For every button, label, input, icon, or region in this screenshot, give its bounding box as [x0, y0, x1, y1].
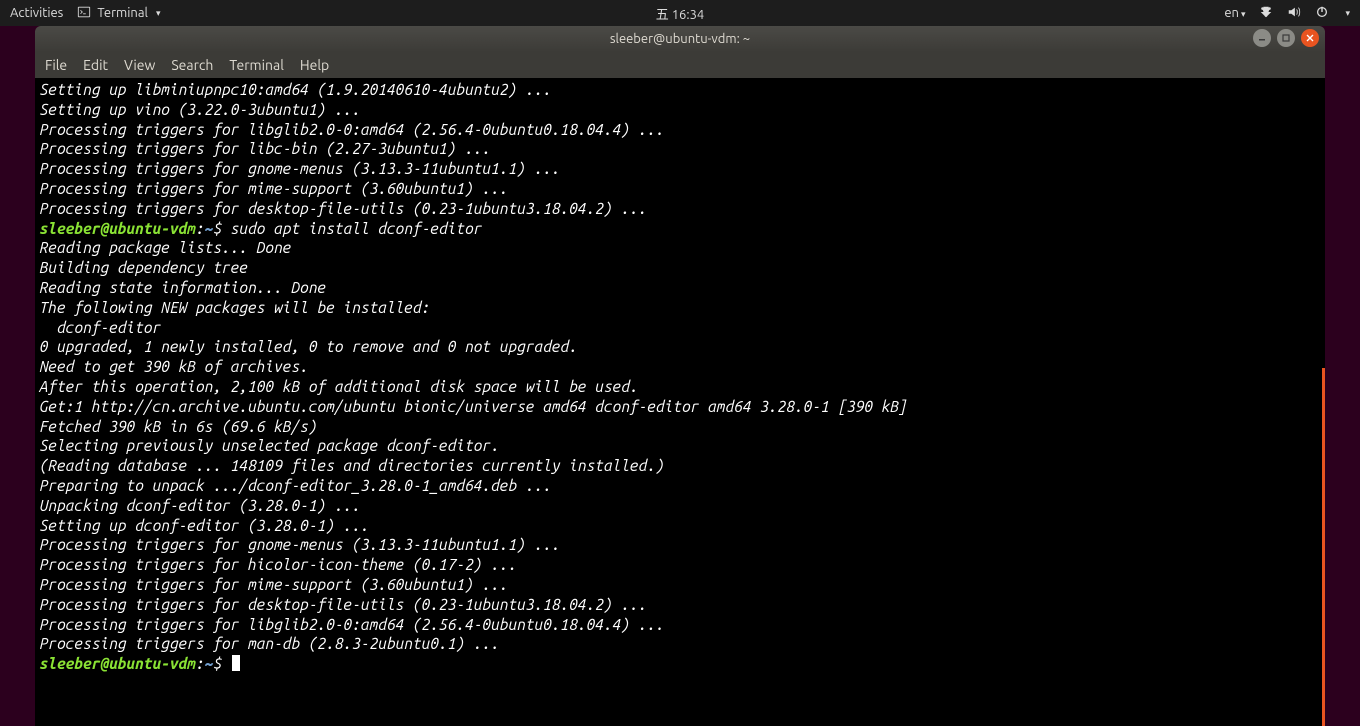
terminal-line: Processing triggers for libglib2.0-0:amd…	[39, 615, 1321, 635]
chevron-down-icon: ▾	[1241, 9, 1246, 19]
menu-search[interactable]: Search	[171, 57, 213, 73]
lang-indicator[interactable]: en▾	[1224, 6, 1245, 20]
window-titlebar[interactable]: sleeber@ubuntu-vdm: ~	[35, 26, 1325, 52]
terminal-line: Reading package lists... Done	[39, 238, 1321, 258]
terminal-line: Preparing to unpack .../dconf-editor_3.2…	[39, 476, 1321, 496]
menu-help[interactable]: Help	[300, 57, 329, 73]
ps1-sep: :	[195, 220, 204, 237]
ps1-user-host: sleeber@ubuntu-vdm	[39, 655, 195, 672]
ps1-sigil: $	[213, 220, 222, 237]
network-icon[interactable]	[1259, 5, 1273, 22]
terminal-line: sleeber@ubuntu-vdm:~$	[39, 654, 1321, 674]
ps1-path: ~	[204, 220, 213, 237]
scrollbar[interactable]	[1322, 368, 1325, 726]
chevron-down-icon: ▾	[156, 8, 161, 19]
terminal-line: sleeber@ubuntu-vdm:~$ sudo apt install d…	[39, 219, 1321, 239]
close-icon	[1306, 34, 1314, 42]
terminal-line: Processing triggers for mime-support (3.…	[39, 179, 1321, 199]
maximize-icon	[1282, 34, 1290, 42]
minimize-icon	[1258, 34, 1266, 42]
ps1-sep: :	[195, 655, 204, 672]
terminal-line: Processing triggers for mime-support (3.…	[39, 575, 1321, 595]
terminal-line: Processing triggers for gnome-menus (3.1…	[39, 535, 1321, 555]
terminal-line: Processing triggers for desktop-file-uti…	[39, 199, 1321, 219]
ps1-sigil: $	[213, 655, 222, 672]
terminal-line: (Reading database ... 148109 files and d…	[39, 456, 1321, 476]
command-text: sudo apt install dconf-editor	[221, 220, 481, 237]
menu-file[interactable]: File	[45, 57, 67, 73]
terminal-line: 0 upgraded, 1 newly installed, 0 to remo…	[39, 337, 1321, 357]
terminal-window: sleeber@ubuntu-vdm: ~ File Edit View Sea…	[35, 26, 1325, 726]
app-menu[interactable]: Terminal ▾	[77, 5, 160, 22]
terminal-line: Get:1 http://cn.archive.ubuntu.com/ubunt…	[39, 397, 1321, 417]
ps1-path: ~	[204, 655, 213, 672]
terminal-line: Need to get 390 kB of archives.	[39, 357, 1321, 377]
power-icon[interactable]	[1315, 5, 1329, 22]
clock[interactable]: 五 16:34	[656, 4, 705, 23]
terminal-line: Processing triggers for man-db (2.8.3-2u…	[39, 634, 1321, 654]
app-menu-label: Terminal	[97, 6, 148, 20]
terminal-viewport[interactable]: Setting up libminiupnpc10:amd64 (1.9.201…	[35, 78, 1325, 726]
terminal-line: After this operation, 2,100 kB of additi…	[39, 377, 1321, 397]
terminal-line: Building dependency tree	[39, 258, 1321, 278]
gnome-topbar: Activities Terminal ▾ 五 16:34 en▾ ▾	[0, 0, 1360, 26]
terminal-line: Processing triggers for hicolor-icon-the…	[39, 555, 1321, 575]
terminal-line: Processing triggers for libglib2.0-0:amd…	[39, 120, 1321, 140]
terminal-line: dconf-editor	[39, 318, 1321, 338]
terminal-line: Processing triggers for desktop-file-uti…	[39, 595, 1321, 615]
terminal-line: Selecting previously unselected package …	[39, 436, 1321, 456]
terminal-line: Processing triggers for libc-bin (2.27-3…	[39, 139, 1321, 159]
close-button[interactable]	[1301, 29, 1319, 47]
terminal-line: Unpacking dconf-editor (3.28.0-1) ...	[39, 496, 1321, 516]
ps1-user-host: sleeber@ubuntu-vdm	[39, 220, 195, 237]
terminal-line: Setting up libminiupnpc10:amd64 (1.9.201…	[39, 80, 1321, 100]
menu-view[interactable]: View	[124, 57, 155, 73]
terminal-line: Fetched 390 kB in 6s (69.6 kB/s)	[39, 417, 1321, 437]
terminal-line: Setting up vino (3.22.0-3ubuntu1) ...	[39, 100, 1321, 120]
menu-edit[interactable]: Edit	[83, 57, 108, 73]
terminal-icon	[77, 5, 91, 22]
terminal-line: Setting up dconf-editor (3.28.0-1) ...	[39, 516, 1321, 536]
menu-terminal[interactable]: Terminal	[229, 57, 284, 73]
sound-icon[interactable]	[1287, 5, 1301, 22]
window-title: sleeber@ubuntu-vdm: ~	[610, 32, 750, 46]
chevron-down-icon: ▾	[1345, 8, 1350, 19]
maximize-button[interactable]	[1277, 29, 1295, 47]
terminal-menubar: File Edit View Search Terminal Help	[35, 52, 1325, 78]
minimize-button[interactable]	[1253, 29, 1271, 47]
terminal-line: Processing triggers for gnome-menus (3.1…	[39, 159, 1321, 179]
terminal-line: Reading state information... Done	[39, 278, 1321, 298]
terminal-line: The following NEW packages will be insta…	[39, 298, 1321, 318]
activities-button[interactable]: Activities	[10, 6, 63, 20]
cursor	[232, 655, 240, 671]
